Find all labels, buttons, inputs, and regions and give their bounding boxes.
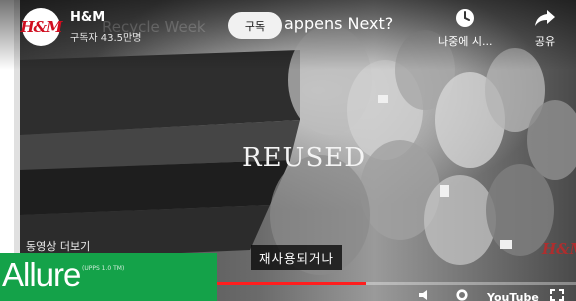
watch-later-label: 나중에 시... (438, 35, 493, 48)
youtube-logo[interactable]: YouTube (487, 291, 539, 301)
watch-later-button[interactable]: 나중에 시... (438, 8, 492, 49)
subscriber-count: 구독자 43.5만명 (70, 33, 142, 44)
subscribe-button[interactable]: 구독 (228, 12, 282, 39)
share-button[interactable]: 공유 (534, 8, 556, 49)
channel-avatar[interactable]: H&M (20, 8, 63, 46)
share-icon (535, 10, 555, 26)
channel-logo-text: H&M (20, 18, 62, 36)
clock-icon (456, 9, 475, 27)
progress-fill (214, 282, 367, 285)
video-center-text: REUSED (242, 143, 367, 173)
allure-brand-text: Allure (2, 256, 81, 293)
watermark-logo: H&M (542, 240, 576, 258)
volume-icon[interactable] (418, 289, 434, 301)
video-title[interactable]: appens Next? (284, 14, 393, 33)
subtitle-caption: 재사용되거나 (251, 245, 343, 270)
progress-bar[interactable] (214, 282, 576, 285)
video-player[interactable]: Recycle Week H&M H&M 구독자 43.5만명 구독 appen… (0, 0, 576, 301)
share-label: 공유 (534, 35, 556, 48)
fullscreen-icon[interactable] (550, 289, 564, 301)
channel-name[interactable]: H&M (70, 10, 105, 25)
gear-icon[interactable] (455, 289, 469, 301)
allure-tag: (UPPS 1.0 TM) (82, 265, 125, 272)
